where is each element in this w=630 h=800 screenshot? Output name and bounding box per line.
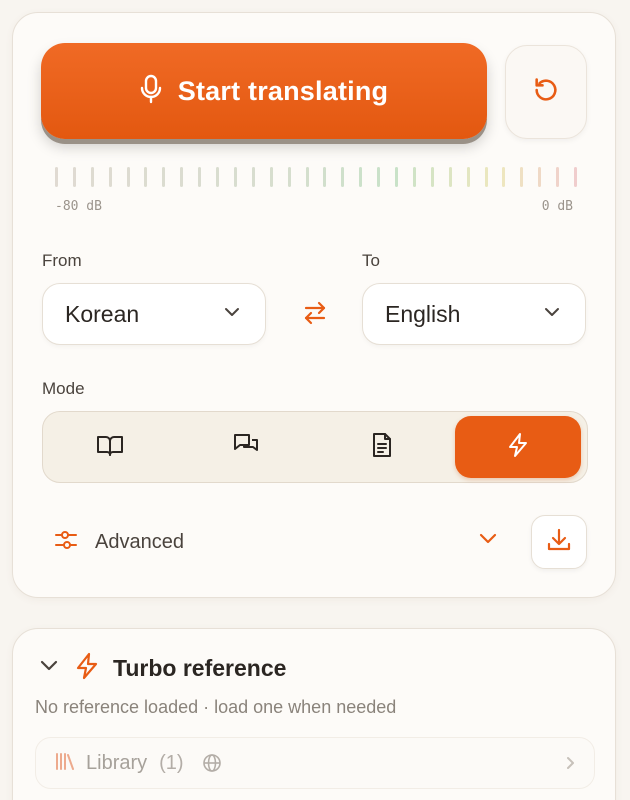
- chevron-down-icon: [223, 305, 241, 323]
- meter-tick: [538, 167, 542, 187]
- meter-tick: [395, 167, 399, 187]
- chevron-right-icon: [564, 755, 576, 771]
- meter-tick: [341, 167, 345, 187]
- meter-tick: [412, 167, 416, 187]
- mode-label: Mode: [42, 379, 85, 398]
- meter-tick: [108, 167, 112, 187]
- meter-tick: [377, 167, 381, 187]
- audio-level-meter: [55, 167, 577, 187]
- library-button[interactable]: Library (1): [35, 737, 595, 789]
- start-translating-button[interactable]: Start translating: [41, 43, 487, 139]
- meter-min-label: -80 dB: [55, 199, 102, 214]
- book-open-icon: [96, 433, 124, 462]
- turbo-reference-card: Turbo reference No reference loaded · lo…: [12, 628, 616, 800]
- meter-tick: [484, 167, 488, 187]
- meter-tick: [72, 167, 76, 187]
- meter-tick: [126, 167, 130, 187]
- library-books-icon: [54, 751, 76, 776]
- meter-tick: [520, 167, 524, 187]
- meter-tick: [574, 167, 577, 187]
- microphone-icon: [140, 74, 162, 109]
- meter-tick: [269, 167, 273, 187]
- reset-button[interactable]: [505, 45, 587, 139]
- meter-tick: [305, 167, 309, 187]
- meter-tick: [162, 167, 166, 187]
- from-language-value: Korean: [65, 300, 140, 327]
- turbo-reference-status: No reference loaded · load one when need…: [35, 697, 397, 717]
- mode-option-book[interactable]: [47, 416, 173, 478]
- meter-tick: [359, 167, 363, 187]
- chevron-down-icon: [39, 659, 59, 678]
- library-count: (1): [159, 751, 184, 774]
- meter-tick: [144, 167, 148, 187]
- meter-tick: [448, 167, 452, 187]
- to-language-select[interactable]: English: [362, 283, 586, 345]
- chevron-down-icon[interactable]: [477, 531, 499, 552]
- meter-tick: [502, 167, 506, 187]
- meter-max-label: 0 dB: [541, 199, 573, 214]
- swap-arrows-icon: [302, 301, 328, 330]
- turbo-reference-header[interactable]: Turbo reference: [39, 651, 286, 685]
- to-label: To: [362, 251, 380, 270]
- meter-tick: [430, 167, 434, 187]
- mode-selector: [42, 411, 588, 483]
- download-button[interactable]: [531, 515, 587, 569]
- meter-tick: [287, 167, 291, 187]
- turbo-reference-title: Turbo reference: [113, 654, 287, 681]
- meter-tick: [233, 167, 237, 187]
- meter-tick: [323, 167, 327, 187]
- to-language-value: English: [385, 300, 461, 327]
- meter-tick: [180, 167, 184, 187]
- advanced-label: Advanced: [95, 530, 184, 553]
- advanced-toggle[interactable]: Advanced: [53, 525, 513, 559]
- swap-languages-button[interactable]: [295, 299, 335, 331]
- meter-tick: [55, 167, 58, 187]
- mode-option-turbo[interactable]: [455, 416, 581, 478]
- rotate-ccw-icon: [532, 76, 560, 109]
- meter-tick: [466, 167, 470, 187]
- document-icon: [371, 432, 393, 463]
- lightning-icon: [506, 432, 530, 463]
- meter-tick: [90, 167, 94, 187]
- from-label: From: [42, 251, 82, 270]
- translator-card: Start translating -80 dB 0 dB From To Ko…: [12, 12, 616, 598]
- start-translating-label: Start translating: [177, 75, 389, 106]
- library-label: Library: [86, 751, 148, 774]
- meter-tick: [216, 167, 220, 187]
- mode-option-conversation[interactable]: [183, 416, 309, 478]
- download-icon: [546, 527, 572, 558]
- from-language-select[interactable]: Korean: [42, 283, 266, 345]
- mode-option-document[interactable]: [319, 416, 445, 478]
- lightning-icon: [75, 652, 99, 685]
- chat-bubbles-icon: [232, 432, 260, 463]
- chevron-down-icon: [543, 305, 561, 323]
- sliders-icon: [53, 527, 79, 558]
- meter-tick: [556, 167, 560, 187]
- meter-tick: [251, 167, 255, 187]
- globe-icon: [202, 753, 222, 773]
- meter-tick: [198, 167, 202, 187]
